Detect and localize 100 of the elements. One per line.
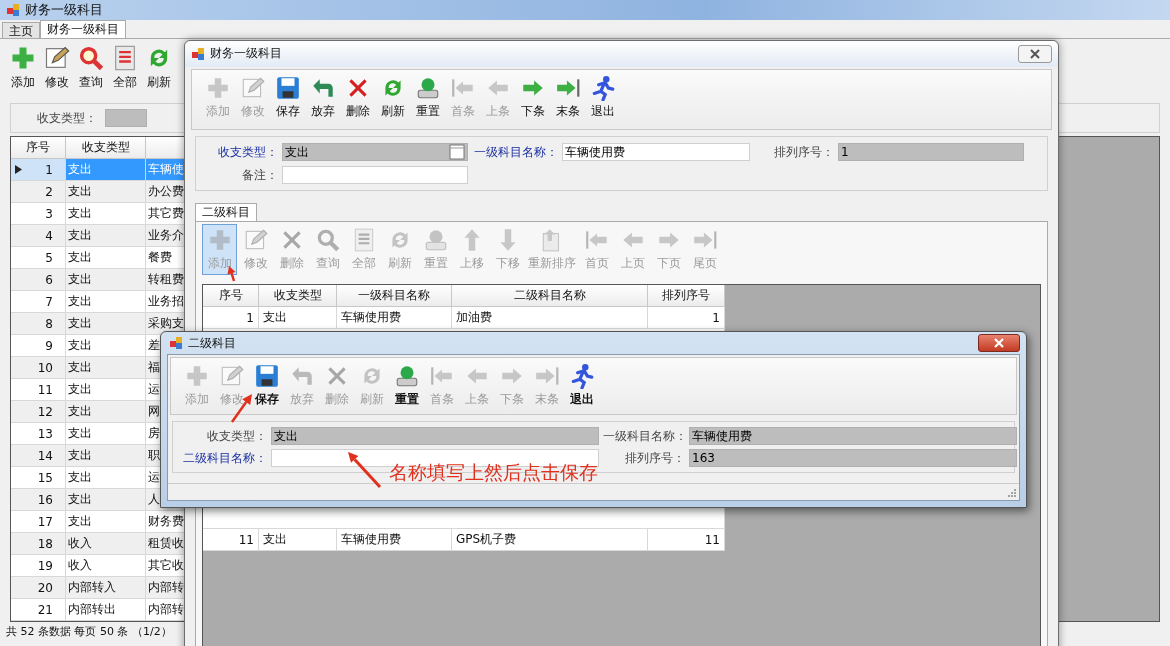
status-text: 共 52 条数据 每页 50 条 （1/2） bbox=[6, 625, 172, 638]
table-cell: 17 bbox=[37, 514, 53, 529]
table-cell: 业务介 bbox=[148, 228, 184, 242]
field-label: 一级科目名称： bbox=[473, 143, 558, 161]
table-cell: 其它费 bbox=[148, 206, 184, 220]
input-field[interactable]: 1 bbox=[838, 143, 1024, 162]
table-cell: 9 bbox=[45, 338, 53, 353]
toolbar-button[interactable]: 退出 bbox=[564, 360, 599, 411]
column-header[interactable]: 序号 bbox=[11, 137, 66, 159]
table-cell: 支出 bbox=[68, 316, 92, 330]
table-cell: 1 bbox=[45, 162, 53, 177]
input-field[interactable]: 163 bbox=[689, 449, 1017, 467]
table-cell: 16 bbox=[37, 492, 53, 507]
table-cell: 支出 bbox=[68, 184, 92, 198]
toolbar-button[interactable]: 末条 bbox=[550, 71, 585, 123]
toolbar-button[interactable]: 退出 bbox=[585, 71, 620, 123]
close-button[interactable] bbox=[978, 334, 1020, 352]
table-cell: 15 bbox=[37, 470, 53, 485]
table-cell: 8 bbox=[45, 316, 53, 331]
table-cell: 支出 bbox=[68, 382, 92, 396]
table-cell: 19 bbox=[37, 558, 53, 573]
toolbar-button[interactable]: 保存 bbox=[270, 71, 305, 123]
close-icon bbox=[1030, 48, 1040, 59]
toolbar-button[interactable]: 删除 bbox=[340, 71, 375, 123]
save-icon bbox=[253, 363, 280, 389]
field-label: 排列序号： bbox=[624, 449, 685, 467]
toolbar-button[interactable]: 重置 bbox=[389, 360, 424, 411]
table-cell: 13 bbox=[37, 426, 53, 441]
toolbar-button[interactable]: 查询 bbox=[74, 41, 107, 94]
table-cell: 14 bbox=[37, 448, 53, 463]
table-cell: 支出 bbox=[68, 426, 92, 440]
column-header[interactable]: 收支类型 bbox=[66, 137, 146, 159]
close-button[interactable] bbox=[1018, 44, 1052, 63]
table-cell: 房 bbox=[148, 426, 160, 440]
table-cell: 支出 bbox=[68, 338, 92, 352]
table-cell: 2 bbox=[45, 184, 53, 199]
table-cell: 4 bbox=[45, 228, 53, 243]
table-cell: 支出 bbox=[68, 448, 92, 462]
column-header[interactable]: 收支类型 bbox=[259, 285, 337, 308]
input-field[interactable]: 支出 bbox=[271, 427, 599, 445]
window-title: 财务一级科目 bbox=[210, 45, 282, 63]
table-cell: 3 bbox=[45, 206, 53, 221]
table-cell: 其它收 bbox=[148, 558, 184, 572]
toolbar-button[interactable]: 全部 bbox=[108, 41, 141, 94]
input-field[interactable] bbox=[282, 166, 468, 185]
column-header[interactable]: 二级科目名称 bbox=[452, 285, 648, 308]
table-cell: 支出 bbox=[259, 307, 337, 330]
table-cell: 支出 bbox=[68, 206, 92, 220]
field-label: 排列序号： bbox=[773, 143, 834, 161]
resize-grip-icon[interactable] bbox=[1007, 488, 1017, 498]
input-field[interactable]: 支出 bbox=[282, 143, 468, 162]
toolbar-button[interactable]: 修改 bbox=[40, 41, 73, 94]
table-cell: 支出 bbox=[68, 492, 92, 506]
column-header[interactable]: 一级科目名称 bbox=[337, 285, 452, 308]
table-cell: 18 bbox=[37, 536, 53, 551]
table-cell: 21 bbox=[37, 602, 53, 617]
table-cell: 11 bbox=[648, 529, 725, 552]
field-label: 收支类型： bbox=[206, 427, 267, 445]
table-cell: 收入 bbox=[68, 558, 92, 572]
close-icon bbox=[994, 338, 1004, 348]
table-cell: 10 bbox=[37, 360, 53, 375]
table-cell: 差 bbox=[148, 338, 160, 352]
input-field[interactable]: 车辆使用费 bbox=[689, 427, 1017, 445]
toolbar-button[interactable]: 刷新 bbox=[142, 41, 175, 94]
tab[interactable]: 主页 bbox=[2, 22, 40, 38]
column-header[interactable]: 排列序号 bbox=[648, 285, 725, 308]
table-cell: 6 bbox=[45, 272, 53, 287]
table-cell: 车辆使用费 bbox=[337, 529, 452, 552]
table-cell: 餐费 bbox=[148, 250, 172, 264]
input-field[interactable]: 车辆使用费 bbox=[562, 143, 750, 162]
toolbar-button[interactable]: 放弃 bbox=[305, 71, 340, 123]
table-cell: 支出 bbox=[68, 294, 92, 308]
table-cell: 车辆使 bbox=[148, 162, 184, 176]
table-cell: 1 bbox=[203, 307, 259, 330]
toolbar-button[interactable]: 添加 bbox=[6, 41, 39, 94]
toolbar-button[interactable]: 重置 bbox=[410, 71, 445, 123]
table-cell: 11 bbox=[37, 382, 53, 397]
app-icon bbox=[191, 46, 205, 61]
toolbar-button[interactable]: 刷新 bbox=[375, 71, 410, 123]
tab[interactable]: 财务一级科目 bbox=[40, 20, 126, 38]
column-header[interactable]: 序号 bbox=[203, 285, 259, 308]
table-cell: 支出 bbox=[68, 228, 92, 242]
toolbar-button[interactable]: 下条 bbox=[515, 71, 550, 123]
app-icon bbox=[6, 3, 20, 17]
table-cell: 办公费 bbox=[148, 184, 184, 198]
table-cell: GPS机子费 bbox=[452, 529, 648, 552]
table-cell: 12 bbox=[37, 404, 53, 419]
table-cell: 支出 bbox=[259, 529, 337, 552]
table-cell: 内部转 bbox=[148, 580, 184, 594]
current-row-icon bbox=[15, 165, 22, 174]
tab[interactable]: 二级科目 bbox=[195, 203, 257, 222]
table-cell: 20 bbox=[37, 580, 53, 595]
table-cell: 支出 bbox=[68, 360, 92, 374]
table-cell: 11 bbox=[203, 529, 259, 552]
toolbar-button[interactable]: 保存 bbox=[249, 360, 284, 411]
input-field[interactable] bbox=[105, 109, 147, 127]
table-cell: 1 bbox=[648, 307, 725, 330]
annotation-arrow bbox=[231, 393, 253, 423]
field-label: 收支类型： bbox=[217, 143, 278, 161]
picker-icon bbox=[449, 144, 465, 161]
